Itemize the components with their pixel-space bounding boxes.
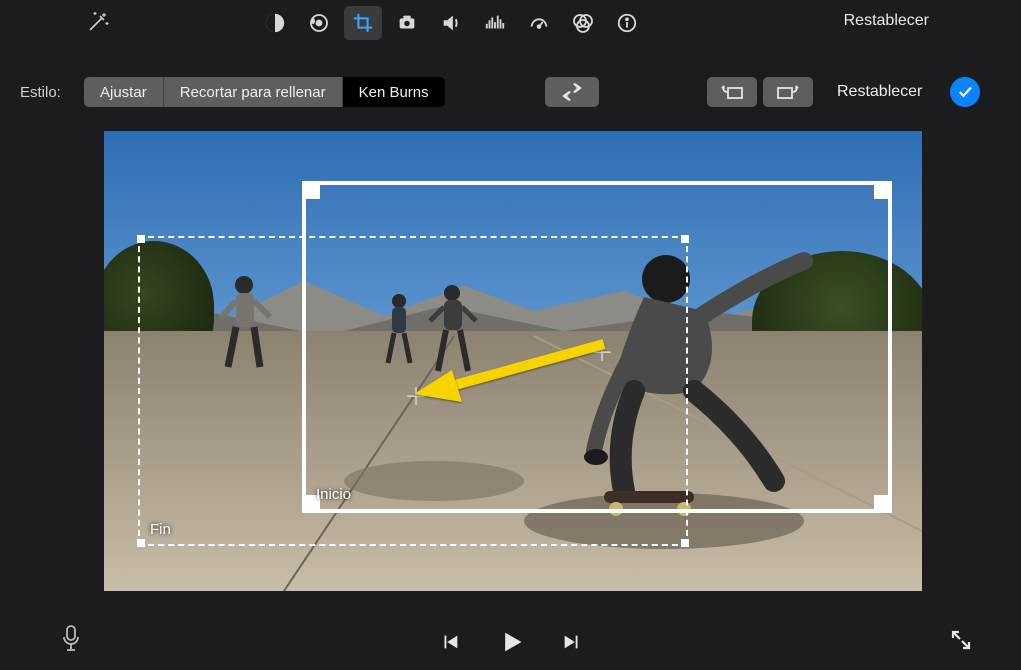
kenburns-end-label: Fin — [150, 521, 171, 538]
noise-reduction-icon[interactable] — [476, 6, 514, 40]
rotate-ccw-button[interactable] — [707, 77, 757, 107]
fullscreen-icon[interactable] — [949, 628, 973, 652]
reset-all-button[interactable]: Restablecer — [844, 12, 929, 30]
style-fit-button[interactable]: Ajustar — [84, 77, 163, 107]
playback-controls — [0, 628, 1021, 656]
inspector-tools — [256, 6, 646, 40]
apply-button[interactable] — [950, 77, 980, 107]
style-segmented-control: Ajustar Recortar para rellenar Ken Burns — [84, 77, 445, 107]
stabilization-icon[interactable] — [388, 6, 426, 40]
style-crop-button[interactable]: Recortar para rellenar — [163, 77, 342, 107]
reset-crop-button[interactable]: Restablecer — [837, 83, 922, 101]
color-balance-icon[interactable] — [256, 6, 294, 40]
magic-wand-icon[interactable] — [86, 10, 110, 34]
kenburns-start-label: Inicio — [316, 486, 351, 503]
preview-viewer[interactable]: Fin Inicio ＋ ＋ — [104, 131, 922, 591]
speed-icon[interactable] — [520, 6, 558, 40]
info-icon[interactable] — [608, 6, 646, 40]
style-kenburns-button[interactable]: Ken Burns — [342, 77, 445, 107]
crop-options-bar: Estilo: Ajustar Recortar para rellenar K… — [0, 72, 1021, 112]
previous-button[interactable] — [439, 631, 461, 653]
start-center-cross-icon: ＋ — [590, 333, 614, 368]
rotate-group — [707, 77, 813, 107]
end-center-cross-icon: ＋ — [404, 377, 428, 412]
style-label: Estilo: — [20, 84, 61, 101]
next-button[interactable] — [561, 631, 583, 653]
play-button[interactable] — [497, 628, 525, 656]
rotate-cw-button[interactable] — [763, 77, 813, 107]
filters-icon[interactable] — [564, 6, 602, 40]
crop-icon[interactable] — [344, 6, 382, 40]
swap-start-end-button[interactable] — [545, 77, 599, 107]
transport-bar — [0, 610, 1021, 670]
inspector-toolbar: Restablecer — [0, 0, 1021, 44]
color-correction-icon[interactable] — [300, 6, 338, 40]
volume-icon[interactable] — [432, 6, 470, 40]
